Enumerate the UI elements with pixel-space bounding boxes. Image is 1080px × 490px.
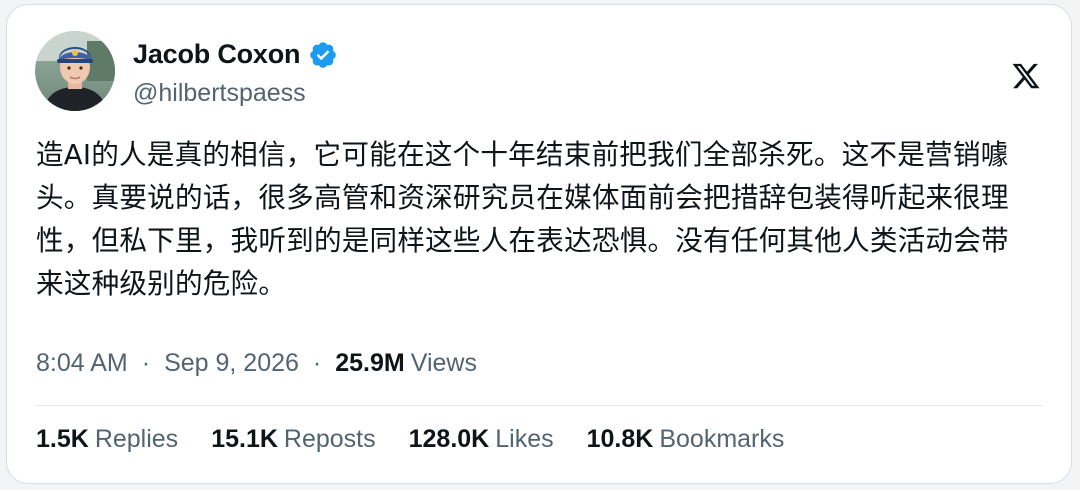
avatar[interactable] <box>35 31 115 111</box>
replies-count: 1.5K <box>36 425 89 453</box>
author-name[interactable]: Jacob Coxon <box>133 39 301 70</box>
bookmarks-stat[interactable]: 10.8K Bookmarks <box>587 425 785 454</box>
likes-label: Likes <box>495 425 554 453</box>
reposts-label: Reposts <box>283 425 376 453</box>
meta-separator: · <box>141 349 151 377</box>
tweet-meta: 8:04 AM · Sep 9, 2026 · 25.9M Views <box>36 349 477 378</box>
engagement-stats: 1.5K Replies 15.1K Reposts 128.0K Likes 10.… <box>36 425 817 454</box>
divider <box>35 405 1043 406</box>
tweet-date[interactable]: Sep 9, 2026 <box>164 349 299 378</box>
views-label[interactable]: Views <box>411 349 477 378</box>
likes-stat[interactable]: 128.0K Likes <box>409 425 554 454</box>
avatar-image <box>35 31 115 111</box>
x-logo-icon[interactable] <box>1011 61 1041 91</box>
reposts-stat[interactable]: 15.1K Reposts <box>211 425 375 454</box>
tweet-time[interactable]: 8:04 AM <box>36 349 128 378</box>
likes-count: 128.0K <box>408 425 490 453</box>
verified-badge-icon <box>308 40 338 70</box>
views-count[interactable]: 25.9M <box>335 349 404 378</box>
tweet-text: 造AI的人是真的相信，它可能在这个十年结束前把我们全部杀死。这不是营销噱头。真要… <box>36 138 1009 300</box>
bookmarks-count: 10.8K <box>586 425 654 453</box>
bookmarks-label: Bookmarks <box>659 425 785 453</box>
author-name-row[interactable]: Jacob Coxon <box>133 39 338 70</box>
author-handle[interactable]: @hilbertspaess <box>133 79 306 108</box>
replies-label: Replies <box>94 425 179 453</box>
meta-separator: · <box>312 349 322 377</box>
tweet-card: Jacob Coxon @hilbertspaess 造AI的人是真的相信，它可… <box>6 4 1072 484</box>
replies-stat[interactable]: 1.5K Replies <box>36 425 178 454</box>
reposts-count: 15.1K <box>211 425 278 453</box>
